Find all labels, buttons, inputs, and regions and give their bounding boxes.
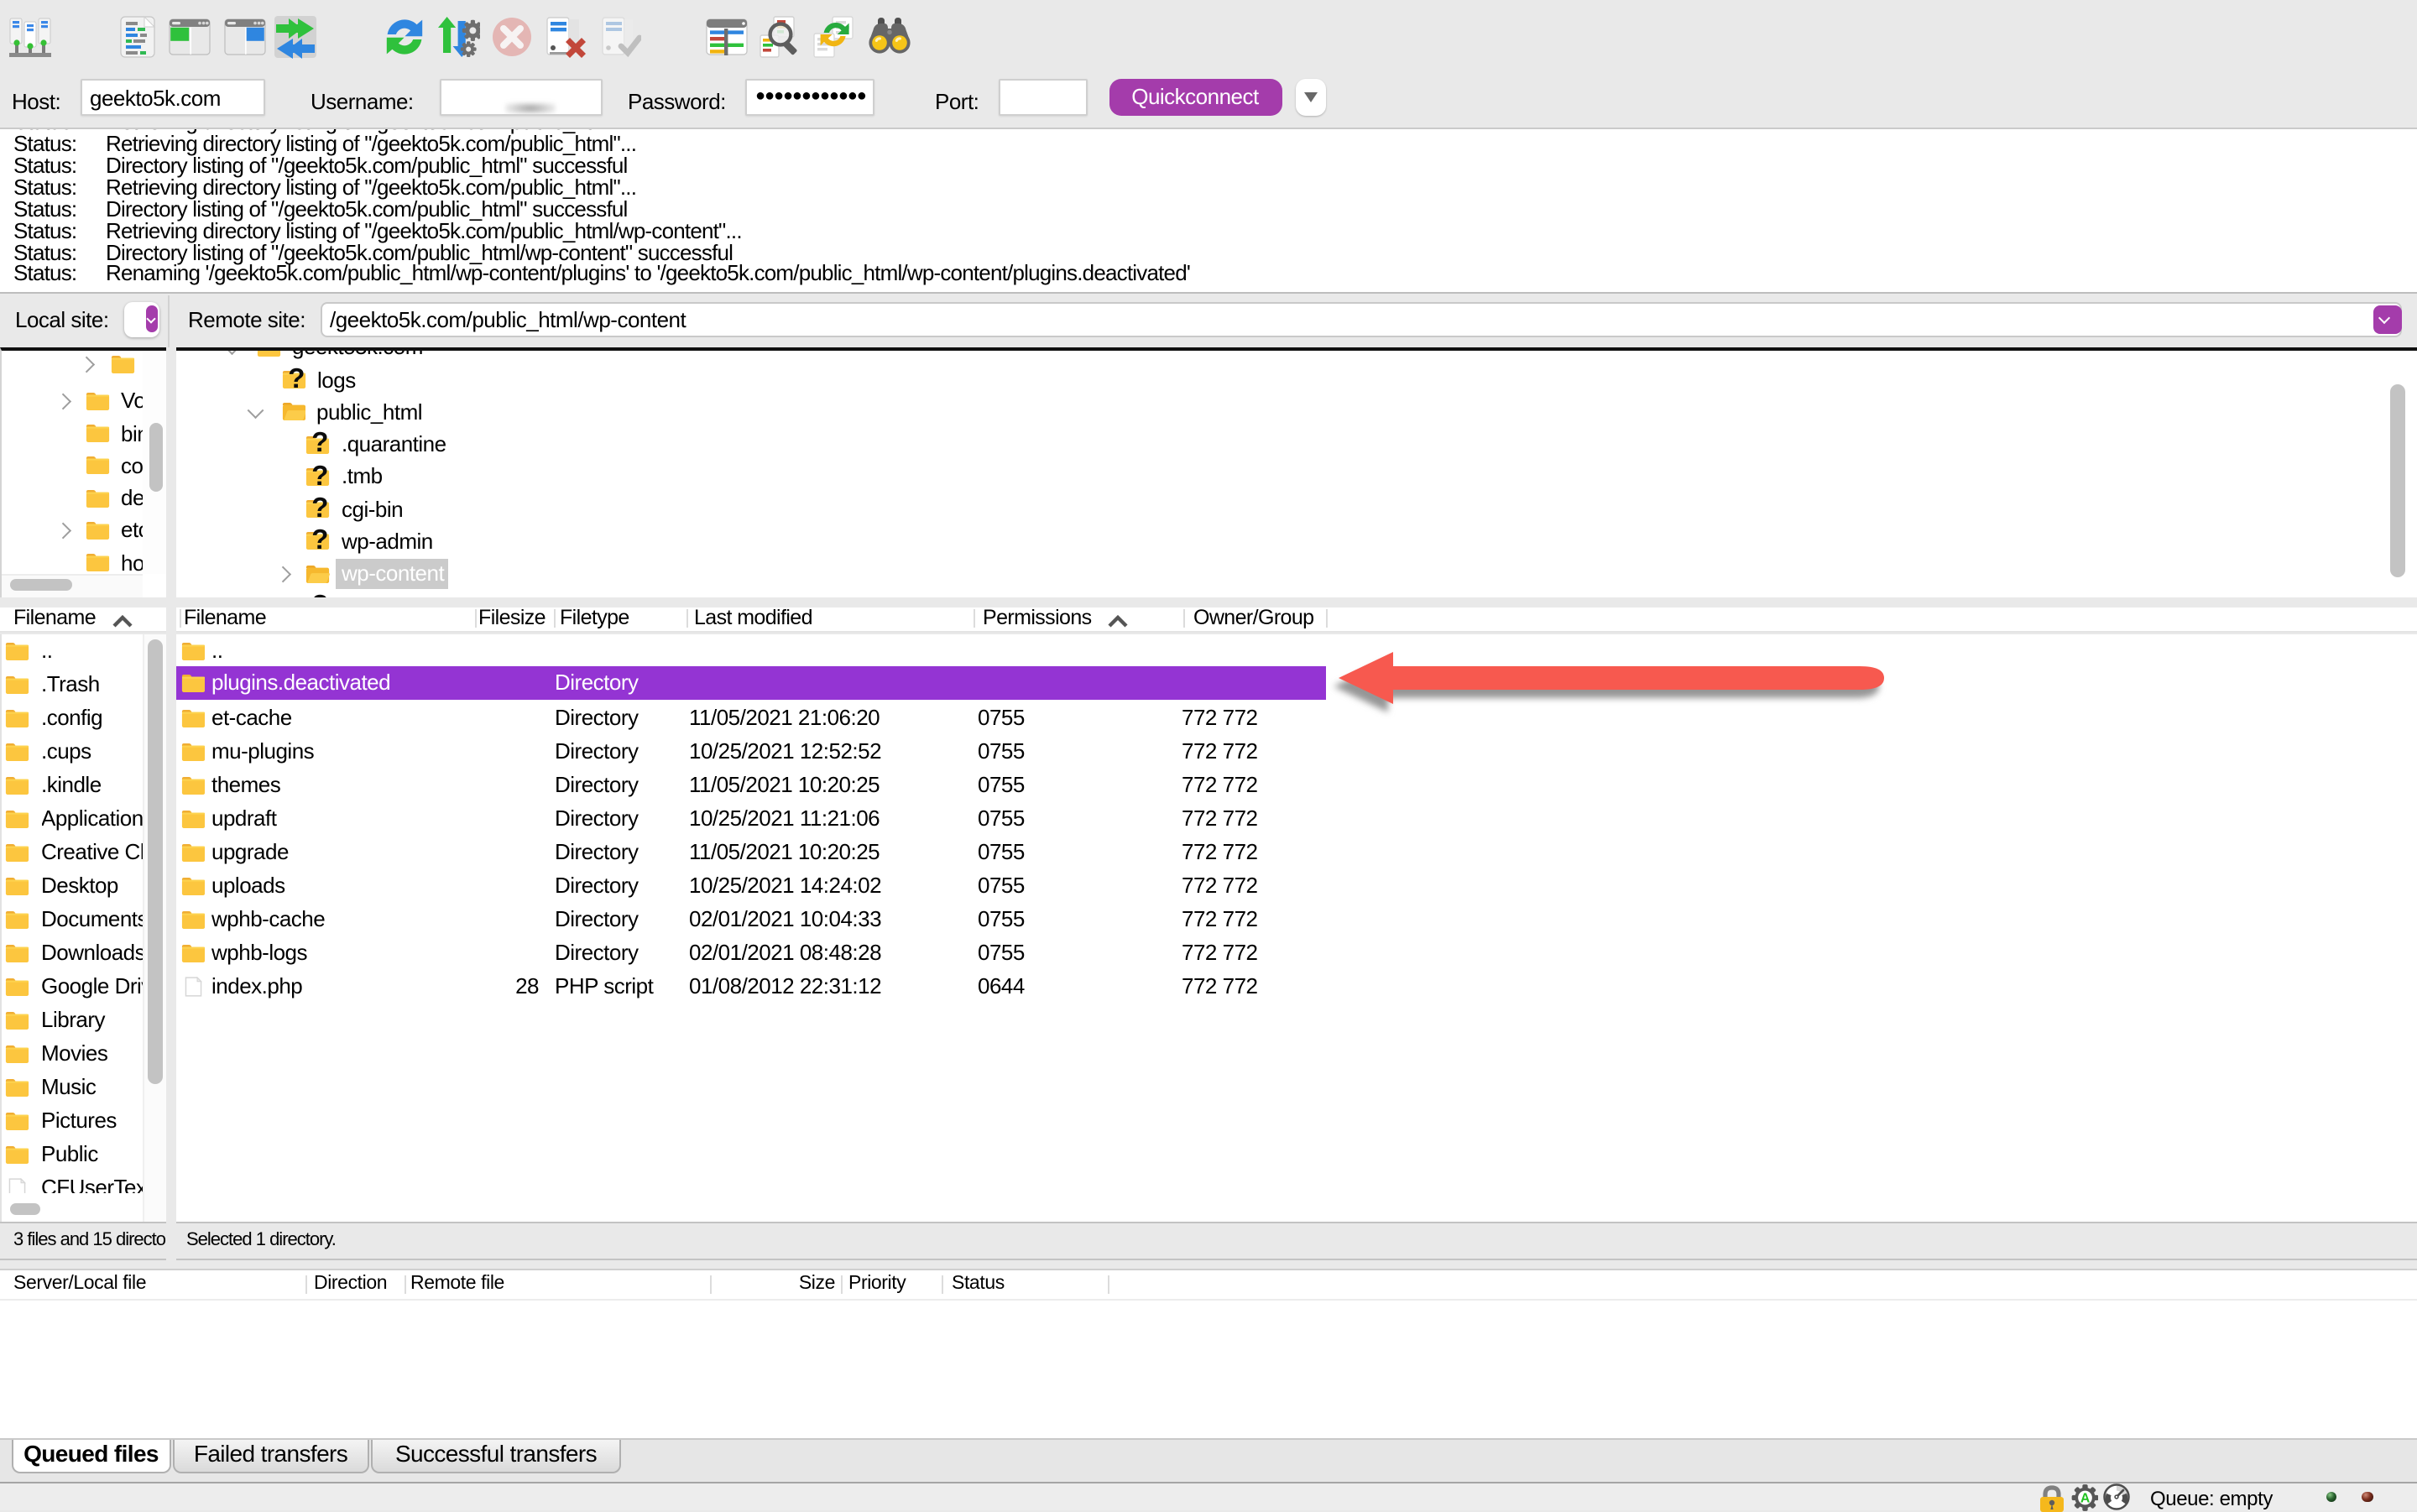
svg-text:A: A [2080,1491,2090,1505]
